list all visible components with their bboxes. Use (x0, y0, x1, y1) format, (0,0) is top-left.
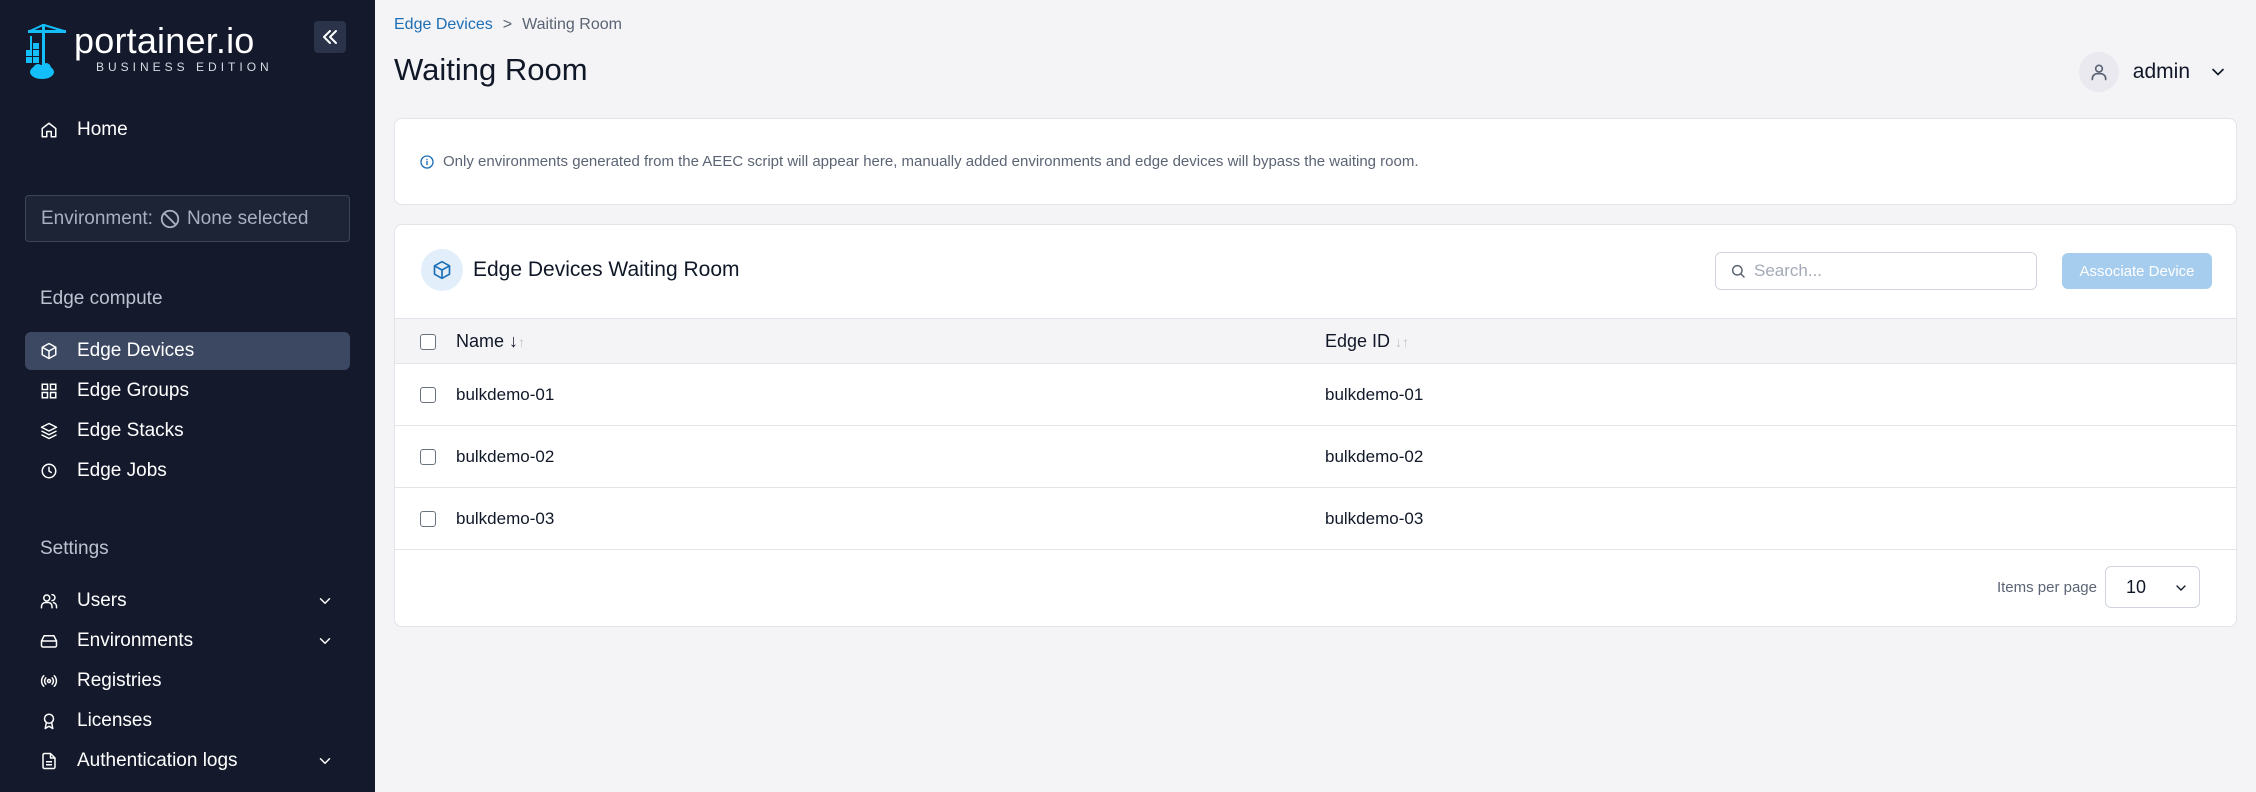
radio-icon (39, 671, 59, 691)
box-icon (39, 341, 59, 361)
search-input[interactable] (1754, 261, 2014, 281)
row-checkbox[interactable] (420, 511, 436, 527)
cell-edge-id: bulkdemo-03 (1325, 509, 1424, 528)
sidebar-item-edge-stacks[interactable]: Edge Stacks (25, 412, 350, 450)
user-icon (2091, 64, 2107, 81)
clock-icon (39, 461, 59, 481)
breadcrumb-separator: > (502, 16, 513, 33)
sidebar-item-environments[interactable]: Environments (25, 622, 350, 660)
sidebar-item-label: Edge Jobs (77, 460, 167, 481)
chevron-down-icon (2176, 585, 2186, 591)
sidebar-item-label: Licenses (77, 710, 152, 731)
logo-edition: BUSINESS EDITION (96, 60, 273, 74)
user-name[interactable]: admin (2133, 60, 2190, 84)
sidebar-item-label: Home (77, 119, 128, 140)
section-edge-compute: Edge compute (40, 288, 163, 309)
sidebar-item-label: Edge Groups (77, 380, 189, 401)
search-box[interactable] (1715, 252, 2037, 290)
sidebar-item-label: Environments (77, 630, 194, 651)
sidebar-item-label: Authentication logs (77, 750, 238, 771)
environment-value: None selected (186, 207, 309, 229)
layers-icon (39, 421, 59, 441)
column-header-edge-id[interactable]: Edge ID ↓↑ (1325, 331, 1409, 352)
chevron-down-icon[interactable] (316, 632, 334, 650)
sidebar-item-label: Users (77, 590, 127, 611)
sidebar-item-edge-devices[interactable]: Edge Devices (25, 332, 350, 370)
award-icon (39, 711, 59, 731)
sidebar-item-label: Registries (77, 670, 162, 691)
sidebar-item-label: Edge Stacks (77, 420, 184, 441)
table-head: Name ↓↑ Edge ID ↓↑ (395, 318, 2236, 364)
sort-icon: ↓↑ (1395, 334, 1410, 350)
home-icon (39, 120, 59, 140)
page-title: Waiting Room (394, 52, 588, 87)
logo-name: portainer.io (74, 20, 255, 61)
cell-edge-id: bulkdemo-01 (1325, 385, 1424, 404)
sidebar-item-licenses[interactable]: Licenses (25, 702, 350, 740)
sidebar-item-edge-groups[interactable]: Edge Groups (25, 372, 350, 410)
chevron-down-icon[interactable] (2208, 62, 2228, 82)
cell-name: bulkdemo-03 (456, 509, 555, 528)
logo-crane-icon (26, 24, 66, 79)
file-text-icon (39, 751, 59, 771)
section-settings: Settings (40, 538, 109, 559)
collapse-sidebar-button[interactable] (314, 21, 346, 53)
users-icon (39, 591, 59, 611)
chevrons-left-icon (323, 30, 337, 44)
table-row[interactable]: bulkdemo-03 bulkdemo-03 (395, 488, 2236, 550)
info-banner: Only environments generated from the AEE… (394, 118, 2237, 205)
sidebar-item-registries[interactable]: Registries (25, 662, 350, 700)
cell-edge-id: bulkdemo-02 (1325, 447, 1424, 466)
associate-device-button[interactable]: Associate Device (2062, 253, 2212, 289)
user-menu[interactable]: admin (2078, 52, 2228, 92)
items-per-page-select[interactable]: 10 (2105, 566, 2200, 608)
breadcrumb-edge-devices[interactable]: Edge Devices (394, 16, 493, 33)
sort-icon: ↓↑ (509, 331, 526, 351)
avatar[interactable] (2078, 52, 2119, 92)
items-per-page-label: Items per page (1996, 578, 2097, 596)
sidebar-item-label: Edge Devices (77, 340, 195, 361)
box-icon (421, 249, 463, 291)
waiting-room-table: Edge Devices Waiting Room Associate Devi… (394, 224, 2237, 627)
column-header-name[interactable]: Name ↓↑ (456, 331, 525, 352)
sidebar-item-users[interactable]: Users (25, 582, 350, 620)
grid-icon (39, 381, 59, 401)
sidebar: portainer.io BUSINESS EDITION Home Envir… (0, 0, 375, 792)
table-row[interactable]: bulkdemo-01 bulkdemo-01 (395, 364, 2236, 426)
row-checkbox[interactable] (420, 449, 436, 465)
environment-selector[interactable]: Environment: None selected (25, 195, 350, 242)
sidebar-item-authentication-logs[interactable]: Authentication logs (25, 742, 350, 780)
cell-name: bulkdemo-01 (456, 385, 555, 404)
sidebar-item-home[interactable]: Home (25, 111, 350, 149)
items-per-page-value: 10 (2126, 576, 2147, 597)
chevron-down-icon[interactable] (316, 752, 334, 770)
table-header-bar: Edge Devices Waiting Room Associate Devi… (395, 225, 2236, 318)
environment-label: Environment: (41, 207, 153, 229)
row-checkbox[interactable] (420, 387, 436, 403)
info-icon (420, 154, 434, 169)
column-edge-id-label: Edge ID (1325, 331, 1391, 351)
chevron-down-icon[interactable] (316, 592, 334, 610)
portainer-logo[interactable]: portainer.io BUSINESS EDITION (24, 22, 273, 80)
ban-icon (160, 209, 180, 228)
breadcrumb-current: Waiting Room (522, 16, 622, 33)
sidebar-item-edge-jobs[interactable]: Edge Jobs (25, 452, 350, 490)
select-all-checkbox[interactable] (420, 334, 436, 350)
table-title: Edge Devices Waiting Room (473, 258, 740, 281)
pagination: Items per page 10 (1997, 566, 2200, 608)
search-icon (1731, 264, 1745, 278)
hard-drive-icon (39, 631, 59, 651)
cell-name: bulkdemo-02 (456, 447, 555, 466)
info-text: Only environments generated from the AEE… (443, 153, 1419, 170)
breadcrumb: Edge Devices > Waiting Room (394, 16, 622, 34)
table-row[interactable]: bulkdemo-02 bulkdemo-02 (395, 426, 2236, 488)
column-name-label: Name (456, 331, 505, 351)
